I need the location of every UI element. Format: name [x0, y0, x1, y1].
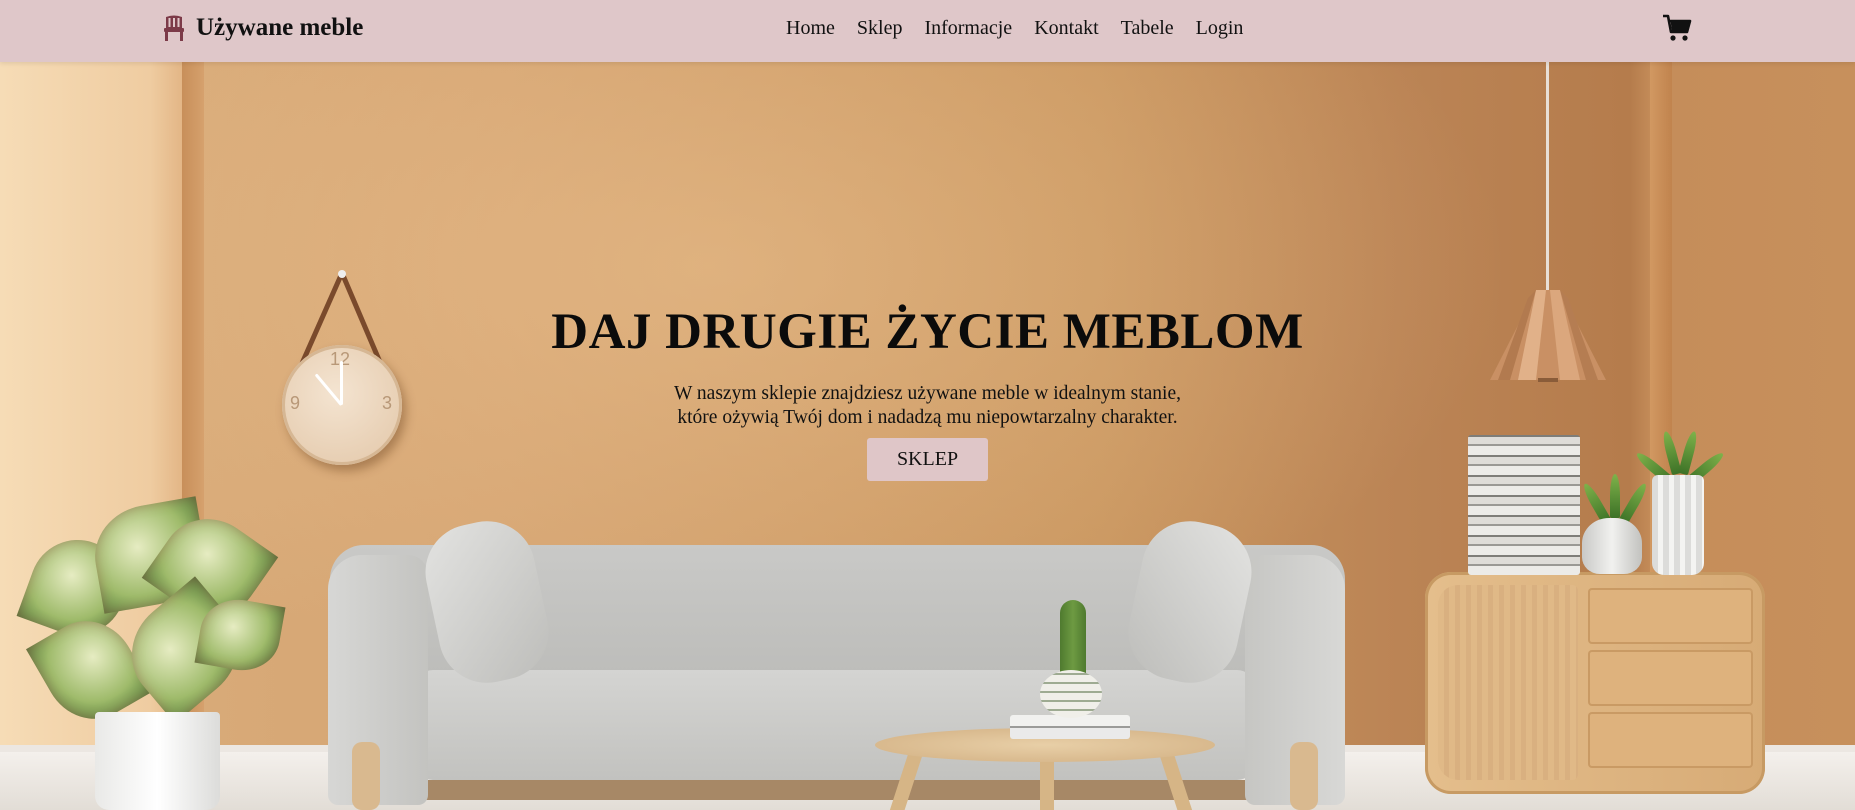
hero-subtitle: W naszym sklepie znajdziesz używane mebl… — [0, 382, 1855, 430]
nav-link-kontakt[interactable]: Kontakt — [1023, 15, 1109, 42]
hero-subtitle-line-2: które ożywią Twój dom i nadadzą mu niepo… — [677, 407, 1178, 428]
shopping-cart-icon[interactable] — [1662, 13, 1692, 43]
nav-link-login[interactable]: Login — [1185, 15, 1255, 42]
brand-logo[interactable]: Używane meble — [162, 11, 363, 45]
hero-title: DAJ DRUGIE ŻYCIE MEBLOM — [551, 304, 1304, 360]
nav-link-informacje[interactable]: Informacje — [913, 15, 1023, 42]
nav-link-sklep[interactable]: Sklep — [846, 15, 914, 42]
shop-button[interactable]: SKLEP — [867, 438, 988, 481]
hero-subtitle-line-1: W naszym sklepie znajdziesz używane mebl… — [674, 383, 1181, 404]
nav-link-home[interactable]: Home — [775, 15, 846, 42]
striped-vase — [1040, 670, 1102, 718]
ribbed-vase — [1652, 475, 1704, 575]
plant-pot — [95, 712, 220, 810]
brand-name: Używane meble — [196, 14, 364, 41]
hero-section: DAJ DRUGIE ŻYCIE MEBLOM W naszym sklepie… — [0, 300, 1855, 481]
nav-link-tabele[interactable]: Tabele — [1110, 15, 1185, 42]
succulent-pot — [1582, 518, 1642, 574]
cactus — [1060, 600, 1086, 678]
navbar: Używane meble Home Sklep Informacje Kont… — [0, 0, 1855, 62]
books-on-table — [1010, 715, 1130, 739]
chair-icon — [164, 15, 184, 41]
nav-menu: Home Sklep Informacje Kontakt Tabele Log… — [775, 15, 1254, 42]
